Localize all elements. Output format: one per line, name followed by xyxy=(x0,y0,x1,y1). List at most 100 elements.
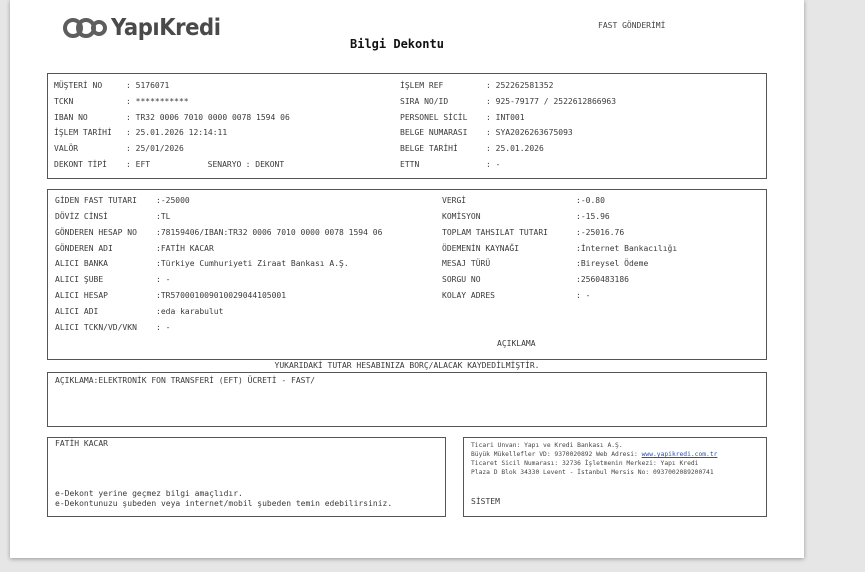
value: İnternet Bankacılığı xyxy=(580,244,678,253)
value: 25/01/2026 xyxy=(135,144,184,153)
transfer-type-label: FAST GÖNDERİMİ xyxy=(598,21,666,30)
label: MESAJ TÜRÜ xyxy=(442,259,491,268)
alici-tckn-row: ALICI TCKN/VD/VKN: - xyxy=(55,323,171,332)
sorgu-no-row: SORGU NO:2560483186 xyxy=(442,275,629,284)
toplam-row: TOPLAM TAHSILAT TUTARI:-25016.76 xyxy=(442,228,625,237)
ettn-row: ETTN: - xyxy=(400,160,501,169)
value: 252262581352 xyxy=(495,81,554,90)
label: ALICI ADI xyxy=(55,307,99,316)
value: - xyxy=(165,275,171,284)
tckn-row: TCKN: *********** xyxy=(54,97,189,106)
label: KOLAY ADRES xyxy=(442,291,495,300)
label: SORGU NO xyxy=(442,275,481,284)
value: 25.01.2026 xyxy=(495,144,544,153)
alici-sube-row: ALICI ŞUBE: - xyxy=(55,275,171,284)
aciklama-heading: AÇIKLAMA xyxy=(497,339,536,348)
alici-adi-row: ALICI ADI:eda karabulut xyxy=(55,307,224,316)
gonderen-adi-row: GÖNDEREN ADI:FATİH KACAR xyxy=(55,244,214,253)
belge-no-row: BELGE NUMARASI: SYA2026263675093 xyxy=(400,128,573,137)
yapikredi-logo-icon xyxy=(63,18,107,38)
bank-info-line-4: Plaza D Blok 34330 Levent - İstanbul Mer… xyxy=(471,469,714,476)
yapikredi-logo: YapıKredi xyxy=(62,12,230,44)
label: GİDEN FAST TUTARI xyxy=(55,196,137,205)
odeme-kaynagi-row: ÖDEMENİN KAYNAĞI:İnternet Bankacılığı xyxy=(442,244,678,253)
value: 5176071 xyxy=(135,81,170,90)
label: İŞLEM TARİHİ xyxy=(54,128,112,137)
islem-ref-row: İŞLEM REF: 252262581352 xyxy=(400,81,554,90)
label: IBAN NO xyxy=(54,113,88,122)
label: VALÖR xyxy=(54,144,79,153)
value: eda karabulut xyxy=(160,307,224,316)
label: KOMİSYON xyxy=(442,212,481,221)
value: 78159406/IBAN:TR32 0006 7010 0000 0078 1… xyxy=(160,228,383,237)
value: - xyxy=(585,291,591,300)
komisyon-row: KOMİSYON:-15.96 xyxy=(442,212,610,221)
valor-row: VALÖR: 25/01/2026 xyxy=(54,144,184,153)
gonderen-hesap-row: GÖNDEREN HESAP NO:78159406/IBAN:TR32 000… xyxy=(55,228,383,237)
value: EFT xyxy=(135,160,151,169)
receipt-page: YapıKredi Bilgi Dekontu FAST GÖNDERİMİ M… xyxy=(10,0,804,558)
kolay-adres-row: KOLAY ADRES: - xyxy=(442,291,591,300)
label: BELGE NUMARASI xyxy=(400,128,468,137)
label: PERSONEL SİCİL xyxy=(400,113,468,122)
value: Bireysel Ödeme xyxy=(580,259,649,268)
value: Türkiye Cumhuriyeti Ziraat Bankası A.Ş. xyxy=(160,259,349,268)
page-title: Bilgi Dekontu xyxy=(350,37,444,51)
personel-row: PERSONEL SİCİL: INT001 xyxy=(400,113,525,122)
value: 925-79177 / 2522612866963 xyxy=(495,97,617,106)
bank-info-line-3: Ticaret Sicil Numarası: 32736 İşletmenin… xyxy=(471,460,699,467)
bank-info-line-2: Büyük Mükellefler VD: 9370020892 Web Adr… xyxy=(471,450,717,459)
bank-website-link[interactable]: www.yapikredi.com.tr xyxy=(642,451,718,458)
label: TOPLAM TAHSILAT TUTARI xyxy=(442,228,548,237)
senaryo-label: SENARYO xyxy=(207,160,242,169)
label: SIRA NO/ID xyxy=(400,97,449,106)
value: 2560483186 xyxy=(580,275,629,284)
senaryo-value: DEKONT xyxy=(255,160,285,169)
alici-banka-row: ALICI BANKA:Türkiye Cumhuriyeti Ziraat B… xyxy=(55,259,349,268)
musteri-no-row: MÜŞTERİ NO: 5176071 xyxy=(54,81,170,90)
sender-name: FATİH KACAR xyxy=(55,439,108,448)
label: ALICI BANKA xyxy=(55,259,108,268)
value: -0.80 xyxy=(580,196,605,205)
label: DEKONT TİPİ xyxy=(54,160,107,169)
label: ALICI HESAP xyxy=(55,291,108,300)
label: BELGE TARİHİ xyxy=(400,144,458,153)
belge-tarihi-row: BELGE TARİHİ: 25.01.2026 xyxy=(400,144,544,153)
bank-name: YapıKredi xyxy=(111,15,221,41)
value: TL xyxy=(160,212,171,221)
doviz-row: DÖVİZ CİNSİ:TL xyxy=(55,212,171,221)
label: ALICI ŞUBE xyxy=(55,275,104,284)
value: - xyxy=(495,160,501,169)
info-note-1: e-Dekont yerine geçmez bilgi amaçlıdır. xyxy=(55,489,243,498)
value: -25016.76 xyxy=(580,228,625,237)
value: FATİH KACAR xyxy=(160,244,214,253)
value: INT001 xyxy=(495,113,525,122)
value: *********** xyxy=(135,97,189,106)
debit-notice: YUKARIDAKİ TUTAR HESABINIZA BORÇ/ALACAK … xyxy=(274,361,540,370)
label: GÖNDEREN ADI xyxy=(55,244,113,253)
value: 25.01.2026 12:14:11 xyxy=(135,128,228,137)
islem-tarihi-row: İŞLEM TARİHİ: 25.01.2026 12:14:11 xyxy=(54,128,228,137)
giden-tutar-row: GİDEN FAST TUTARI:-25000 xyxy=(55,196,190,205)
label: TCKN xyxy=(54,97,74,106)
label: İŞLEM REF xyxy=(400,81,444,90)
bank-info-line-2-text: Büyük Mükellefler VD: 9370020892 Web Adr… xyxy=(471,451,642,458)
iban-row: IBAN NO: TR32 0006 7010 0000 0078 1594 0… xyxy=(54,113,290,122)
label: ALICI TCKN/VD/VKN xyxy=(55,323,137,332)
label: MÜŞTERİ NO xyxy=(54,81,103,90)
info-note-2: e-Dekontunuzu şubeden veya internet/mobi… xyxy=(55,499,393,508)
label: DÖVİZ CİNSİ xyxy=(55,212,108,221)
value: -15.96 xyxy=(580,212,610,221)
system-label: SİSTEM xyxy=(471,497,500,506)
dekont-tipi-row: DEKONT TİPİ: EFT SENARYO: DEKONT xyxy=(54,160,285,169)
vergi-row: VERGİ:-0.80 xyxy=(442,196,605,205)
label: ÖDEMENİN KAYNAĞI xyxy=(442,244,520,253)
mesaj-turu-row: MESAJ TÜRÜ:Bireysel Ödeme xyxy=(442,259,649,268)
sira-no-row: SIRA NO/ID: 925-79177 / 2522612866963 xyxy=(400,97,617,106)
value: - xyxy=(165,323,171,332)
value: TR32 0006 7010 0000 0078 1594 06 xyxy=(135,113,290,122)
bank-info-line-1: Ticari Unvan: Yapı ve Kredi Bankası A.Ş. xyxy=(471,442,623,449)
label: GÖNDEREN HESAP NO xyxy=(55,228,137,237)
alici-hesap-row: ALICI HESAP:TR570001009010029044105001 xyxy=(55,291,287,300)
label: VERGİ xyxy=(442,196,467,205)
